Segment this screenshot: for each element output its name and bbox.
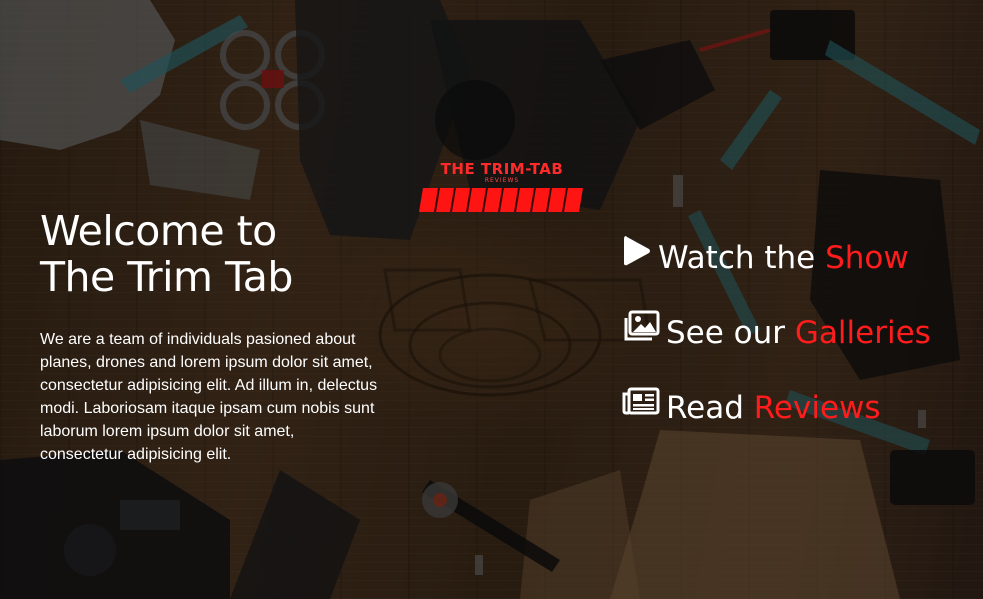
watch-show-accent: Show [825,240,909,276]
galleries-link[interactable]: See our Galleries [622,310,931,355]
hero-section: THE TRIM-TAB REVIEWS Welcome to The Trim… [0,0,983,599]
reviews-accent: Reviews [753,390,881,426]
play-icon [622,234,652,280]
logo-speed-bars-icon [419,187,583,213]
brand-logo[interactable]: THE TRIM-TAB REVIEWS [417,160,587,216]
logo-subtitle: REVIEWS [484,177,520,184]
newspaper-icon [622,385,660,429]
logo-title: THE TRIM-TAB [440,160,564,178]
intro-paragraph: We are a team of individuals pasioned ab… [40,331,378,463]
page-title-line2: The Trim Tab [40,253,293,301]
page-title-line1: Welcome to [40,207,277,255]
reviews-link[interactable]: Read Reviews [622,386,881,430]
galleries-accent: Galleries [794,315,931,351]
image-gallery-icon [622,310,660,354]
reviews-prefix: Read [666,390,744,426]
page-title: Welcome to The Trim Tab [40,208,293,300]
watch-show-prefix: Watch the [658,240,816,276]
galleries-prefix: See our [666,315,786,351]
watch-show-link[interactable]: Watch the Show [622,234,909,280]
